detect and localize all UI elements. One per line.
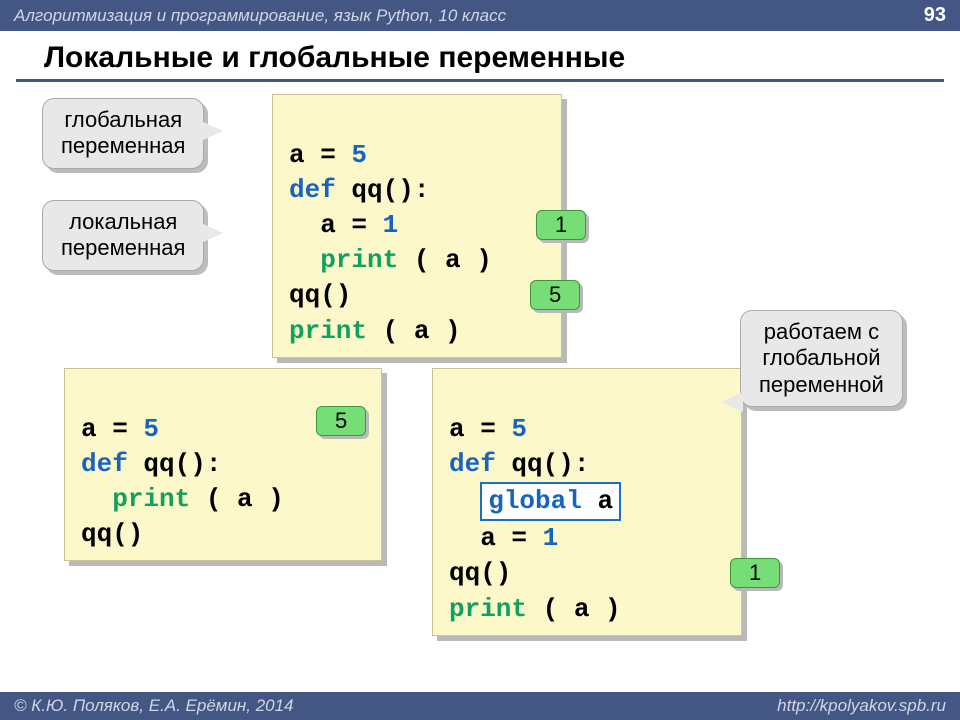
- footer-copyright: © К.Ю. Поляков, Е.А. Ерёмин, 2014: [14, 696, 294, 716]
- page-number: 93: [924, 4, 946, 27]
- code-block-3: a = 5 def qq(): global a a = 1 qq() prin…: [432, 368, 742, 636]
- callout-use-global: работаем с глобальной переменной: [740, 310, 903, 407]
- slide-title: Локальные и глобальные переменные: [16, 31, 944, 82]
- output-badge-1a: 1: [536, 210, 586, 240]
- callout-local-variable: локальная переменная: [42, 200, 204, 271]
- output-badge-1b: 5: [530, 280, 580, 310]
- output-badge-3: 1: [730, 558, 780, 588]
- slide-body: a = 5 def qq(): a = 1 print ( a ) qq() p…: [0, 88, 960, 693]
- code-block-2: a = 5 def qq(): print ( a ) qq(): [64, 368, 382, 561]
- course-title: Алгоритмизация и программирование, язык …: [14, 6, 506, 26]
- top-bar: Алгоритмизация и программирование, язык …: [0, 0, 960, 31]
- footer-url: http://kpolyakov.spb.ru: [777, 696, 946, 716]
- output-badge-2: 5: [316, 406, 366, 436]
- code-block-1: a = 5 def qq(): a = 1 print ( a ) qq() p…: [272, 94, 562, 358]
- footer-bar: © К.Ю. Поляков, Е.А. Ерёмин, 2014 http:/…: [0, 692, 960, 720]
- callout-global-variable: глобальная переменная: [42, 98, 204, 169]
